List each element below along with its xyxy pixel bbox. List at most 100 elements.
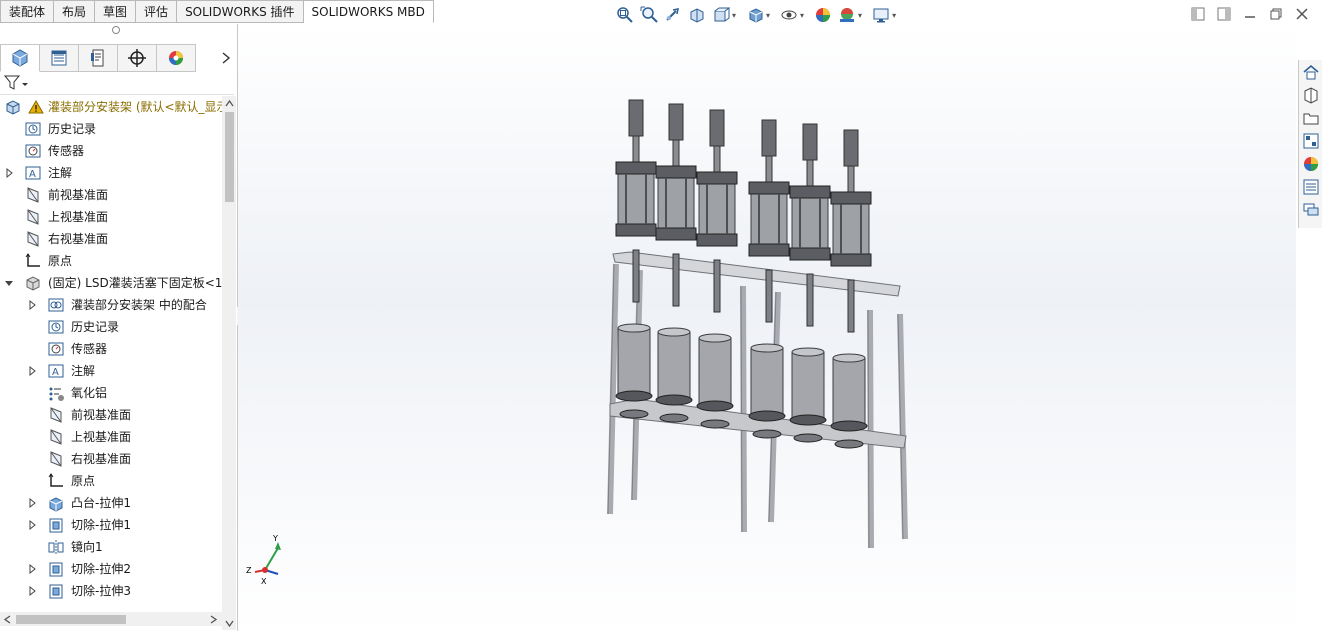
tree-row[interactable]: 氧化铝	[0, 382, 222, 404]
barrel-base	[655, 394, 693, 406]
svg-text:A: A	[52, 367, 59, 378]
chevron-right-icon[interactable]	[27, 520, 37, 530]
piston-rod	[847, 279, 855, 333]
chevron-down-icon[interactable]: ▾	[800, 11, 804, 20]
tab-2[interactable]: 草图	[95, 0, 137, 23]
tree-row[interactable]: 凸台-拉伸1	[0, 492, 222, 514]
tree-item-label: 凸台-拉伸1	[71, 496, 131, 510]
chevron-right-icon[interactable]	[4, 168, 14, 178]
tree-row[interactable]: 切除-拉伸2	[0, 558, 222, 580]
edit-appearance-icon[interactable]	[812, 4, 834, 26]
scroll-down-icon[interactable]	[225, 620, 234, 628]
tree-row[interactable]: 右视基准面	[0, 448, 222, 470]
display-style-icon[interactable]	[744, 4, 766, 26]
tab-3[interactable]: 评估	[136, 0, 178, 23]
tile-right-icon[interactable]	[1216, 6, 1232, 22]
scroll-right-icon[interactable]	[210, 615, 218, 624]
configuration-manager-icon[interactable]	[79, 44, 118, 72]
tree-row[interactable]: 灌装部分安装架 中的配合	[0, 294, 222, 316]
scroll-thumb[interactable]	[225, 112, 234, 202]
minimize-icon[interactable]	[1242, 6, 1258, 22]
chevron-right-icon[interactable]	[219, 48, 233, 68]
display-manager-icon[interactable]	[157, 44, 196, 72]
zoom-to-fit-icon[interactable]	[614, 4, 636, 26]
home-icon[interactable]	[1301, 62, 1321, 82]
panel-grip-icon[interactable]	[112, 26, 120, 34]
chevron-down-icon[interactable]: ▾	[766, 11, 770, 20]
tree-row[interactable]: 原点	[0, 250, 222, 272]
chevron-down-icon[interactable]: ▾	[892, 11, 896, 20]
tree-row[interactable]: A 注解	[0, 360, 222, 382]
tile-left-icon[interactable]	[1190, 6, 1206, 22]
tree-row[interactable]: 原点	[0, 470, 222, 492]
custom-properties-icon[interactable]	[1301, 177, 1321, 197]
origin-icon	[24, 252, 42, 270]
tree-item-label: 前视基准面	[71, 408, 132, 422]
chevron-right-icon[interactable]	[27, 300, 37, 310]
graphics-area[interactable]	[238, 24, 1296, 631]
view-settings-icon[interactable]	[870, 4, 892, 26]
scroll-left-icon[interactable]	[3, 615, 11, 624]
tree-item-label: 镜向1	[71, 540, 103, 554]
section-view-icon[interactable]	[686, 4, 708, 26]
tree-row[interactable]: 镜向1	[0, 536, 222, 558]
apply-scene-icon[interactable]	[836, 4, 858, 26]
previous-view-icon[interactable]	[662, 4, 684, 26]
tree-row[interactable]: 灌装部分安装架 (默认<默认_显示状态-1>)	[0, 96, 222, 118]
tab-1[interactable]: 布局	[54, 0, 96, 23]
tree-row[interactable]: A 注解	[0, 162, 222, 184]
tree-row[interactable]: 历史记录	[0, 316, 222, 338]
property-manager-icon[interactable]	[40, 44, 79, 72]
history-icon	[47, 318, 65, 336]
chevron-down-icon[interactable]: ▾	[858, 11, 862, 20]
chevron-right-icon[interactable]	[27, 586, 37, 596]
restore-icon[interactable]	[1268, 6, 1284, 22]
tree-item-label: 上视基准面	[71, 430, 132, 444]
tree-row[interactable]: 阵列(线性)1	[0, 602, 222, 604]
tree-item-label: 历史记录	[48, 122, 97, 136]
design-library-icon[interactable]	[1301, 85, 1321, 105]
tree-row[interactable]: 前视基准面	[0, 404, 222, 426]
featuremanager-tree-icon[interactable]	[0, 44, 40, 72]
forum-icon[interactable]	[1301, 200, 1321, 220]
tab-0[interactable]: 装配体	[0, 0, 55, 23]
tree-row[interactable]: 上视基准面	[0, 206, 222, 228]
piston-rod	[713, 259, 721, 313]
tree-horizontal-scrollbar[interactable]	[0, 612, 222, 626]
tree-vertical-scrollbar[interactable]	[222, 96, 236, 630]
appearances-icon[interactable]	[1301, 154, 1321, 174]
frame-leg	[740, 285, 747, 533]
view-palette-icon[interactable]	[1301, 131, 1321, 151]
assembly-model[interactable]	[238, 24, 1296, 631]
chevron-right-icon[interactable]	[27, 498, 37, 508]
tree-row[interactable]: 传感器	[0, 140, 222, 162]
chevron-right-icon[interactable]	[27, 366, 37, 376]
chevron-down-icon[interactable]: ▾	[732, 11, 736, 20]
tree-row[interactable]: (固定) LSD灌装活塞下固定板<1>	[0, 272, 222, 294]
scroll-thumb[interactable]	[16, 615, 126, 624]
tree-row[interactable]: 历史记录	[0, 118, 222, 140]
filter-icon[interactable]	[4, 74, 30, 92]
scroll-up-icon[interactable]	[225, 99, 234, 107]
dimxpert-icon[interactable]	[118, 44, 157, 72]
tree-row[interactable]: 前视基准面	[0, 184, 222, 206]
chevron-right-icon[interactable]	[27, 564, 37, 574]
file-explorer-icon[interactable]	[1301, 108, 1321, 128]
tab-5[interactable]: SOLIDWORKS MBD	[303, 0, 434, 23]
close-icon[interactable]	[1294, 6, 1310, 22]
tree-row[interactable]: 右视基准面	[0, 228, 222, 250]
barrel-top	[791, 347, 825, 357]
tree-row[interactable]: 传感器	[0, 338, 222, 360]
nozzle-ring	[834, 439, 864, 449]
tree-row[interactable]: 切除-拉伸3	[0, 580, 222, 602]
assembly-icon	[4, 98, 22, 116]
tree-row[interactable]: 切除-拉伸1	[0, 514, 222, 536]
window-controls	[1190, 6, 1310, 22]
hide-show-icon[interactable]	[778, 4, 800, 26]
tree-item-label: 传感器	[48, 144, 85, 158]
chevron-down-icon[interactable]	[4, 278, 14, 288]
zoom-area-icon[interactable]	[638, 4, 660, 26]
view-orientation-icon[interactable]	[710, 4, 732, 26]
tab-4[interactable]: SOLIDWORKS 插件	[177, 0, 304, 23]
tree-row[interactable]: 上视基准面	[0, 426, 222, 448]
